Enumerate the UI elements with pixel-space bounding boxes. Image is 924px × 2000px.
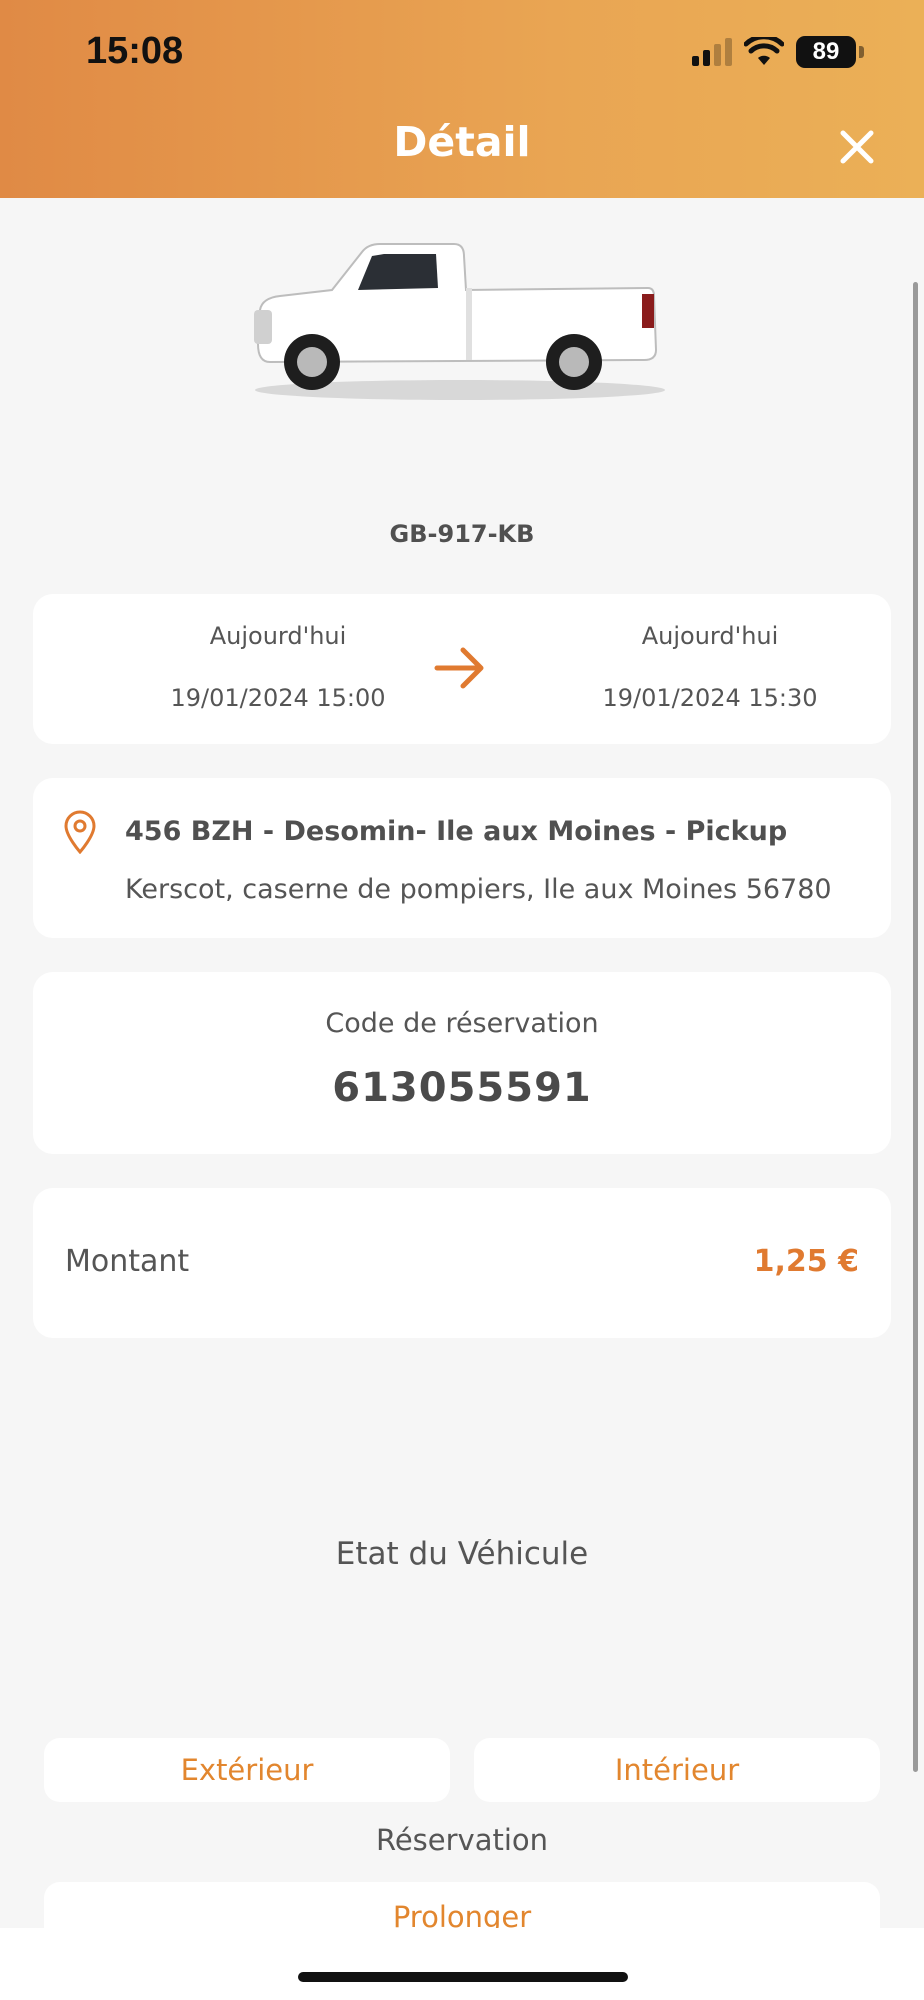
amount-label: Montant — [65, 1244, 190, 1279]
location-pin-icon — [64, 810, 96, 854]
page-title: Détail — [393, 118, 531, 166]
interior-button[interactable]: Intérieur — [474, 1738, 880, 1802]
location-address: Kerscot, caserne de pompiers, Ile aux Mo… — [125, 874, 832, 905]
close-icon — [840, 130, 874, 164]
bottom-safe-area — [0, 1928, 924, 2000]
cellular-signal-icon — [692, 38, 732, 66]
extend-button[interactable]: Prolonger — [44, 1882, 880, 1928]
home-indicator[interactable] — [298, 1972, 628, 1982]
start-datetime: 19/01/2024 15:00 — [170, 684, 386, 712]
vehicle-state-title: Etat du Véhicule — [335, 1536, 589, 1572]
start-date: Aujourd'hui 19/01/2024 15:00 — [113, 594, 443, 712]
dates-card: Aujourd'hui 19/01/2024 15:00 Aujourd'hui… — [33, 594, 891, 744]
end-day-label: Aujourd'hui — [641, 622, 779, 650]
wifi-icon — [744, 37, 784, 65]
battery-indicator: 89 — [796, 36, 856, 68]
battery-tip — [859, 46, 864, 58]
arrow-right-icon — [434, 647, 484, 689]
location-card: 456 BZH - Desomin- Ile aux Moines - Pick… — [33, 778, 891, 938]
close-button[interactable] — [834, 124, 880, 170]
reservation-code-value: 613055591 — [332, 1065, 592, 1111]
reservation-code-card: Code de réservation 613055591 — [33, 972, 891, 1154]
amount-value: 1,25 € — [753, 1244, 859, 1279]
license-plate: GB-917-KB — [389, 520, 535, 548]
status-time: 15:08 — [86, 30, 184, 72]
vehicle-image — [254, 243, 665, 400]
status-icons: 89 — [692, 34, 864, 70]
end-date: Aujourd'hui 19/01/2024 15:30 — [545, 594, 875, 712]
header-bar: 15:08 89 Détail — [0, 0, 924, 198]
exterior-button[interactable]: Extérieur — [44, 1738, 450, 1802]
location-name: 456 BZH - Desomin- Ile aux Moines - Pick… — [125, 816, 788, 847]
reservation-section-label: Réservation — [375, 1823, 549, 1857]
reservation-code-label: Code de réservation — [325, 1008, 599, 1039]
end-datetime: 19/01/2024 15:30 — [602, 684, 818, 712]
start-day-label: Aujourd'hui — [209, 622, 347, 650]
amount-card: Montant 1,25 € — [33, 1188, 891, 1338]
